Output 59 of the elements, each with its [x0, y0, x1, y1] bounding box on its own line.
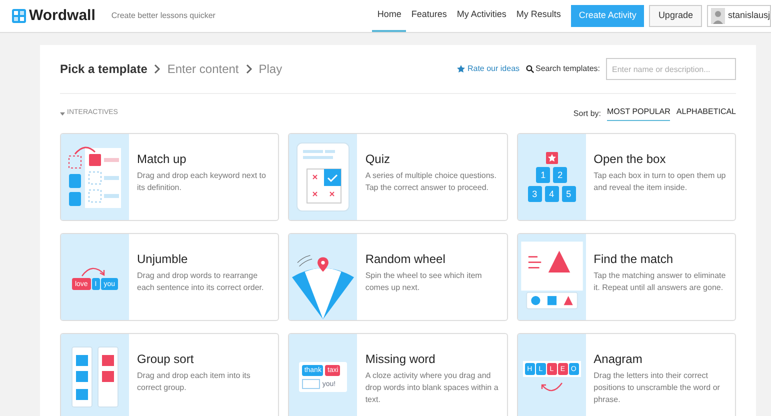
caret-down-icon	[60, 112, 65, 116]
breadcrumb-step: Enter content	[167, 60, 239, 78]
word-tile: 3	[528, 186, 542, 202]
template-description: Drag the letters into their correct positions to unscramble the word or phrase.	[594, 370, 721, 406]
word-tile: 2	[553, 167, 568, 183]
template-title: Missing word	[365, 351, 436, 368]
search-label: Search templates:	[536, 63, 600, 75]
template-title: Group sort	[137, 351, 195, 368]
rate-ideas-link[interactable]: Rate our ideas	[457, 63, 520, 75]
template-description: Tap each box in turn to open them up and reveal the item inside.	[594, 170, 727, 194]
avatar-icon	[710, 8, 725, 24]
template-title: Find the match	[594, 251, 674, 268]
template-description: A cloze activity where you drag and drop words into blank spaces within a text.	[365, 370, 500, 406]
nav-link[interactable]: My Results	[511, 0, 566, 32]
template-card[interactable]: Group sort Drag and drop each item into its correct group.	[60, 333, 280, 416]
group-sort-drawing	[70, 345, 120, 409]
sort-option[interactable]: ALPHABETICAL	[676, 106, 736, 121]
template-title: Unjumble	[137, 251, 189, 268]
template-title: Quiz	[365, 151, 392, 168]
search-field[interactable]: Enter name or description...	[606, 58, 736, 80]
logo-icon	[12, 9, 26, 23]
star-box-icon	[546, 152, 558, 164]
breadcrumb-step: Pick a template	[60, 60, 148, 78]
nav-link[interactable]: Home	[372, 0, 406, 32]
tagline: Create better lessons quicker	[111, 10, 216, 22]
word-tile: 5	[562, 186, 576, 202]
nav-link[interactable]: Features	[406, 0, 452, 32]
upgrade-button[interactable]: Upgrade	[649, 5, 702, 27]
template-description: Spin the wheel to see which item comes up next.	[365, 270, 483, 294]
star-icon	[457, 65, 466, 73]
user-menu[interactable]: stanislausj	[706, 5, 771, 27]
template-description: Drag and drop each keyword next to its definition.	[137, 170, 267, 194]
breadcrumb-step: Play	[258, 60, 282, 78]
sort-label: Sort by:	[573, 108, 601, 120]
match-up-drawing	[67, 144, 123, 210]
chevron-right-icon	[244, 64, 253, 74]
template-card[interactable]: Random wheel Spin the wheel to see which item comes up next.	[288, 233, 508, 321]
template-title: Anagram	[594, 351, 644, 368]
template-title: Random wheel	[365, 251, 446, 268]
search-icon	[526, 65, 534, 73]
template-description: Drag and drop each item into its correct group.	[137, 370, 252, 394]
blank-space	[302, 379, 320, 389]
quiz-drawing	[295, 141, 352, 213]
word-tile: 4	[544, 186, 559, 202]
template-card[interactable]: Match up Drag and drop each keyword next to its definition.	[60, 133, 280, 221]
logo-text[interactable]: Wordwall	[29, 4, 96, 28]
template-title: Match up	[137, 151, 188, 168]
template-card[interactable]: Quiz A series of multiple choice questions. Tap the correct answer to proceed.	[288, 133, 508, 221]
chevron-right-icon	[153, 64, 162, 74]
template-description: Tap the matching answer to eliminate it. Repeat until all answers are gone.	[594, 270, 727, 294]
template-card[interactable]: Find the match Tap the matching answer to eliminate it. Repeat until all answers are gone.	[516, 233, 736, 321]
template-title: Open the box	[594, 151, 667, 168]
sort-option[interactable]: MOST POPULAR	[607, 106, 670, 121]
template-description: Drag and drop words to rearrange each sentence into its correct order.	[137, 270, 265, 294]
nav-link[interactable]: My Activities	[452, 0, 512, 32]
template-description: A series of multiple choice questions. Tap the correct answer to proceed.	[365, 170, 498, 194]
template-card[interactable]: 1 2 3 4 5 Open the box Tap each box in turn to open them up and reveal the item inside.	[516, 133, 736, 221]
word-tile: 1	[536, 167, 550, 183]
curved-arrow-icon	[540, 381, 564, 393]
